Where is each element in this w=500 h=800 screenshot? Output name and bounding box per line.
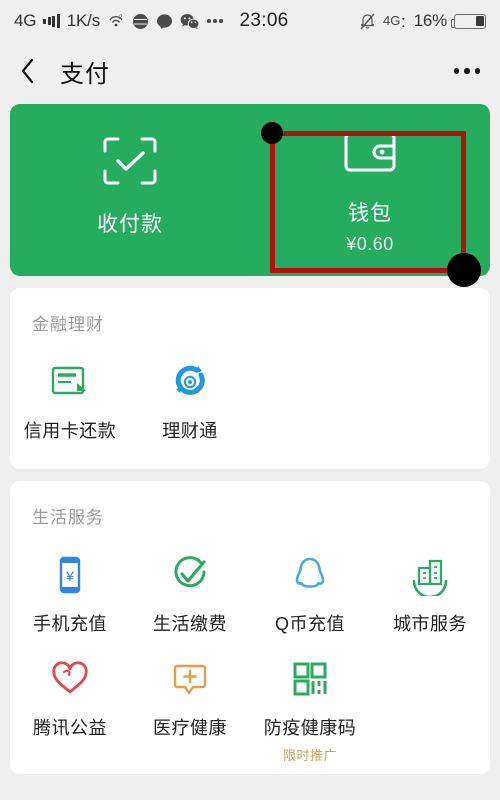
annotation-handle-bottom-right[interactable] — [447, 253, 481, 287]
utility-payment-icon — [168, 552, 212, 598]
section-life-services: 生活服务 ¥ 手机充值 生活缴费 Q币充值 城市服务 腾讯公益 医疗健康 防疫健… — [10, 481, 490, 774]
wallet-entry[interactable]: 钱包 ¥0.60 — [250, 104, 490, 276]
grid-item-qcoin-topup[interactable]: Q币充值 — [250, 538, 370, 642]
section-financial-title: 金融理财 — [32, 315, 104, 334]
svg-text:¥: ¥ — [65, 568, 74, 584]
grid-label: 手机充值 — [33, 614, 107, 634]
grid-item-health-qrcode[interactable]: 防疫健康码 限时推广 — [250, 642, 370, 770]
grid-label: 理财通 — [162, 421, 218, 441]
mobile-topup-icon: ¥ — [48, 552, 92, 598]
grid-item-empty-1 — [250, 345, 370, 449]
qcoin-topup-icon — [288, 552, 332, 598]
grid-item-mobile-topup[interactable]: ¥ 手机充值 — [10, 538, 130, 642]
nav-more-button[interactable] — [453, 68, 480, 74]
battery-percent-label: 16% — [413, 11, 448, 30]
credit-card-repay-icon — [48, 359, 92, 405]
more-dots-icon — [207, 19, 223, 23]
grid-item-city-service[interactable]: 城市服务 — [370, 538, 490, 642]
scan-pay-label: 收付款 — [97, 213, 163, 236]
battery-icon — [451, 13, 486, 29]
grid-item-medical-health[interactable]: 医疗健康 — [130, 642, 250, 770]
back-chevron-icon[interactable] — [20, 56, 50, 86]
status-bar-left: 4G 1K/s 2 23:06 — [14, 10, 289, 32]
wallet-balance: ¥0.60 — [346, 233, 394, 254]
licaitong-icon — [168, 359, 212, 405]
grid-item-empty-3 — [370, 642, 490, 770]
city-service-icon — [408, 552, 452, 598]
health-qrcode-icon — [288, 656, 332, 702]
scan-qrcode-icon — [101, 135, 159, 192]
page-title: 支付 — [60, 60, 110, 88]
grid-label: 医疗健康 — [153, 718, 227, 738]
grid-label: 信用卡还款 — [23, 421, 117, 441]
network-type-label: 4G — [14, 11, 37, 30]
wechat-icon — [180, 13, 200, 30]
status-bar-right: 4G 16% — [359, 11, 486, 31]
grid-label: Q币充值 — [274, 614, 345, 634]
clock-label: 23:06 — [239, 10, 289, 31]
qq-browser-icon — [132, 13, 149, 30]
signal-bars-icon — [43, 14, 60, 29]
promo-badge: 限时推广 — [282, 748, 337, 763]
svg-text:4G: 4G — [383, 13, 400, 28]
grid-label: 生活缴费 — [153, 614, 227, 634]
wallet-label: 钱包 — [348, 201, 392, 225]
mute-bell-icon — [359, 12, 376, 30]
status-bar: 4G 1K/s 2 23:06 4G 16% — [0, 0, 500, 42]
grid-label: 防疫健康码 — [263, 718, 357, 738]
chat-bubble-icon — [156, 13, 173, 30]
svg-text:2: 2 — [119, 15, 123, 21]
section-financial: 金融理财 信用卡还款 理财通 — [10, 288, 490, 469]
nav-bar: 支付 — [0, 42, 500, 100]
wallet-icon — [342, 126, 398, 181]
network-speed-label: 1K/s — [66, 11, 100, 30]
section-life-services-grid: ¥ 手机充值 生活缴费 Q币充值 城市服务 腾讯公益 医疗健康 防疫健康码 限时… — [10, 528, 490, 774]
grid-label: 腾讯公益 — [33, 718, 107, 738]
annotation-handle-top-left[interactable] — [261, 122, 283, 144]
grid-item-tencent-charity[interactable]: 腾讯公益 — [10, 642, 130, 770]
payment-primary-card: 收付款 钱包 ¥0.60 — [10, 104, 490, 276]
scan-pay-entry[interactable]: 收付款 — [10, 104, 250, 276]
tencent-charity-icon — [48, 656, 92, 702]
payment-screen: 4G 1K/s 2 23:06 4G 16% 支付 收付款 钱包 ¥0.60 金… — [0, 0, 500, 800]
grid-item-licaitong[interactable]: 理财通 — [130, 345, 250, 449]
grid-label: 城市服务 — [393, 614, 467, 634]
section-financial-grid: 信用卡还款 理财通 — [10, 335, 490, 469]
grid-item-credit-card-repay[interactable]: 信用卡还款 — [10, 345, 130, 449]
section-life-services-title: 生活服务 — [32, 508, 104, 527]
medical-health-icon — [168, 656, 212, 702]
wifi-tether-icon: 2 — [107, 13, 125, 29]
grid-item-utility-payment[interactable]: 生活缴费 — [130, 538, 250, 642]
grid-item-empty-2 — [370, 345, 490, 449]
network-type-right-icon: 4G — [383, 12, 407, 30]
